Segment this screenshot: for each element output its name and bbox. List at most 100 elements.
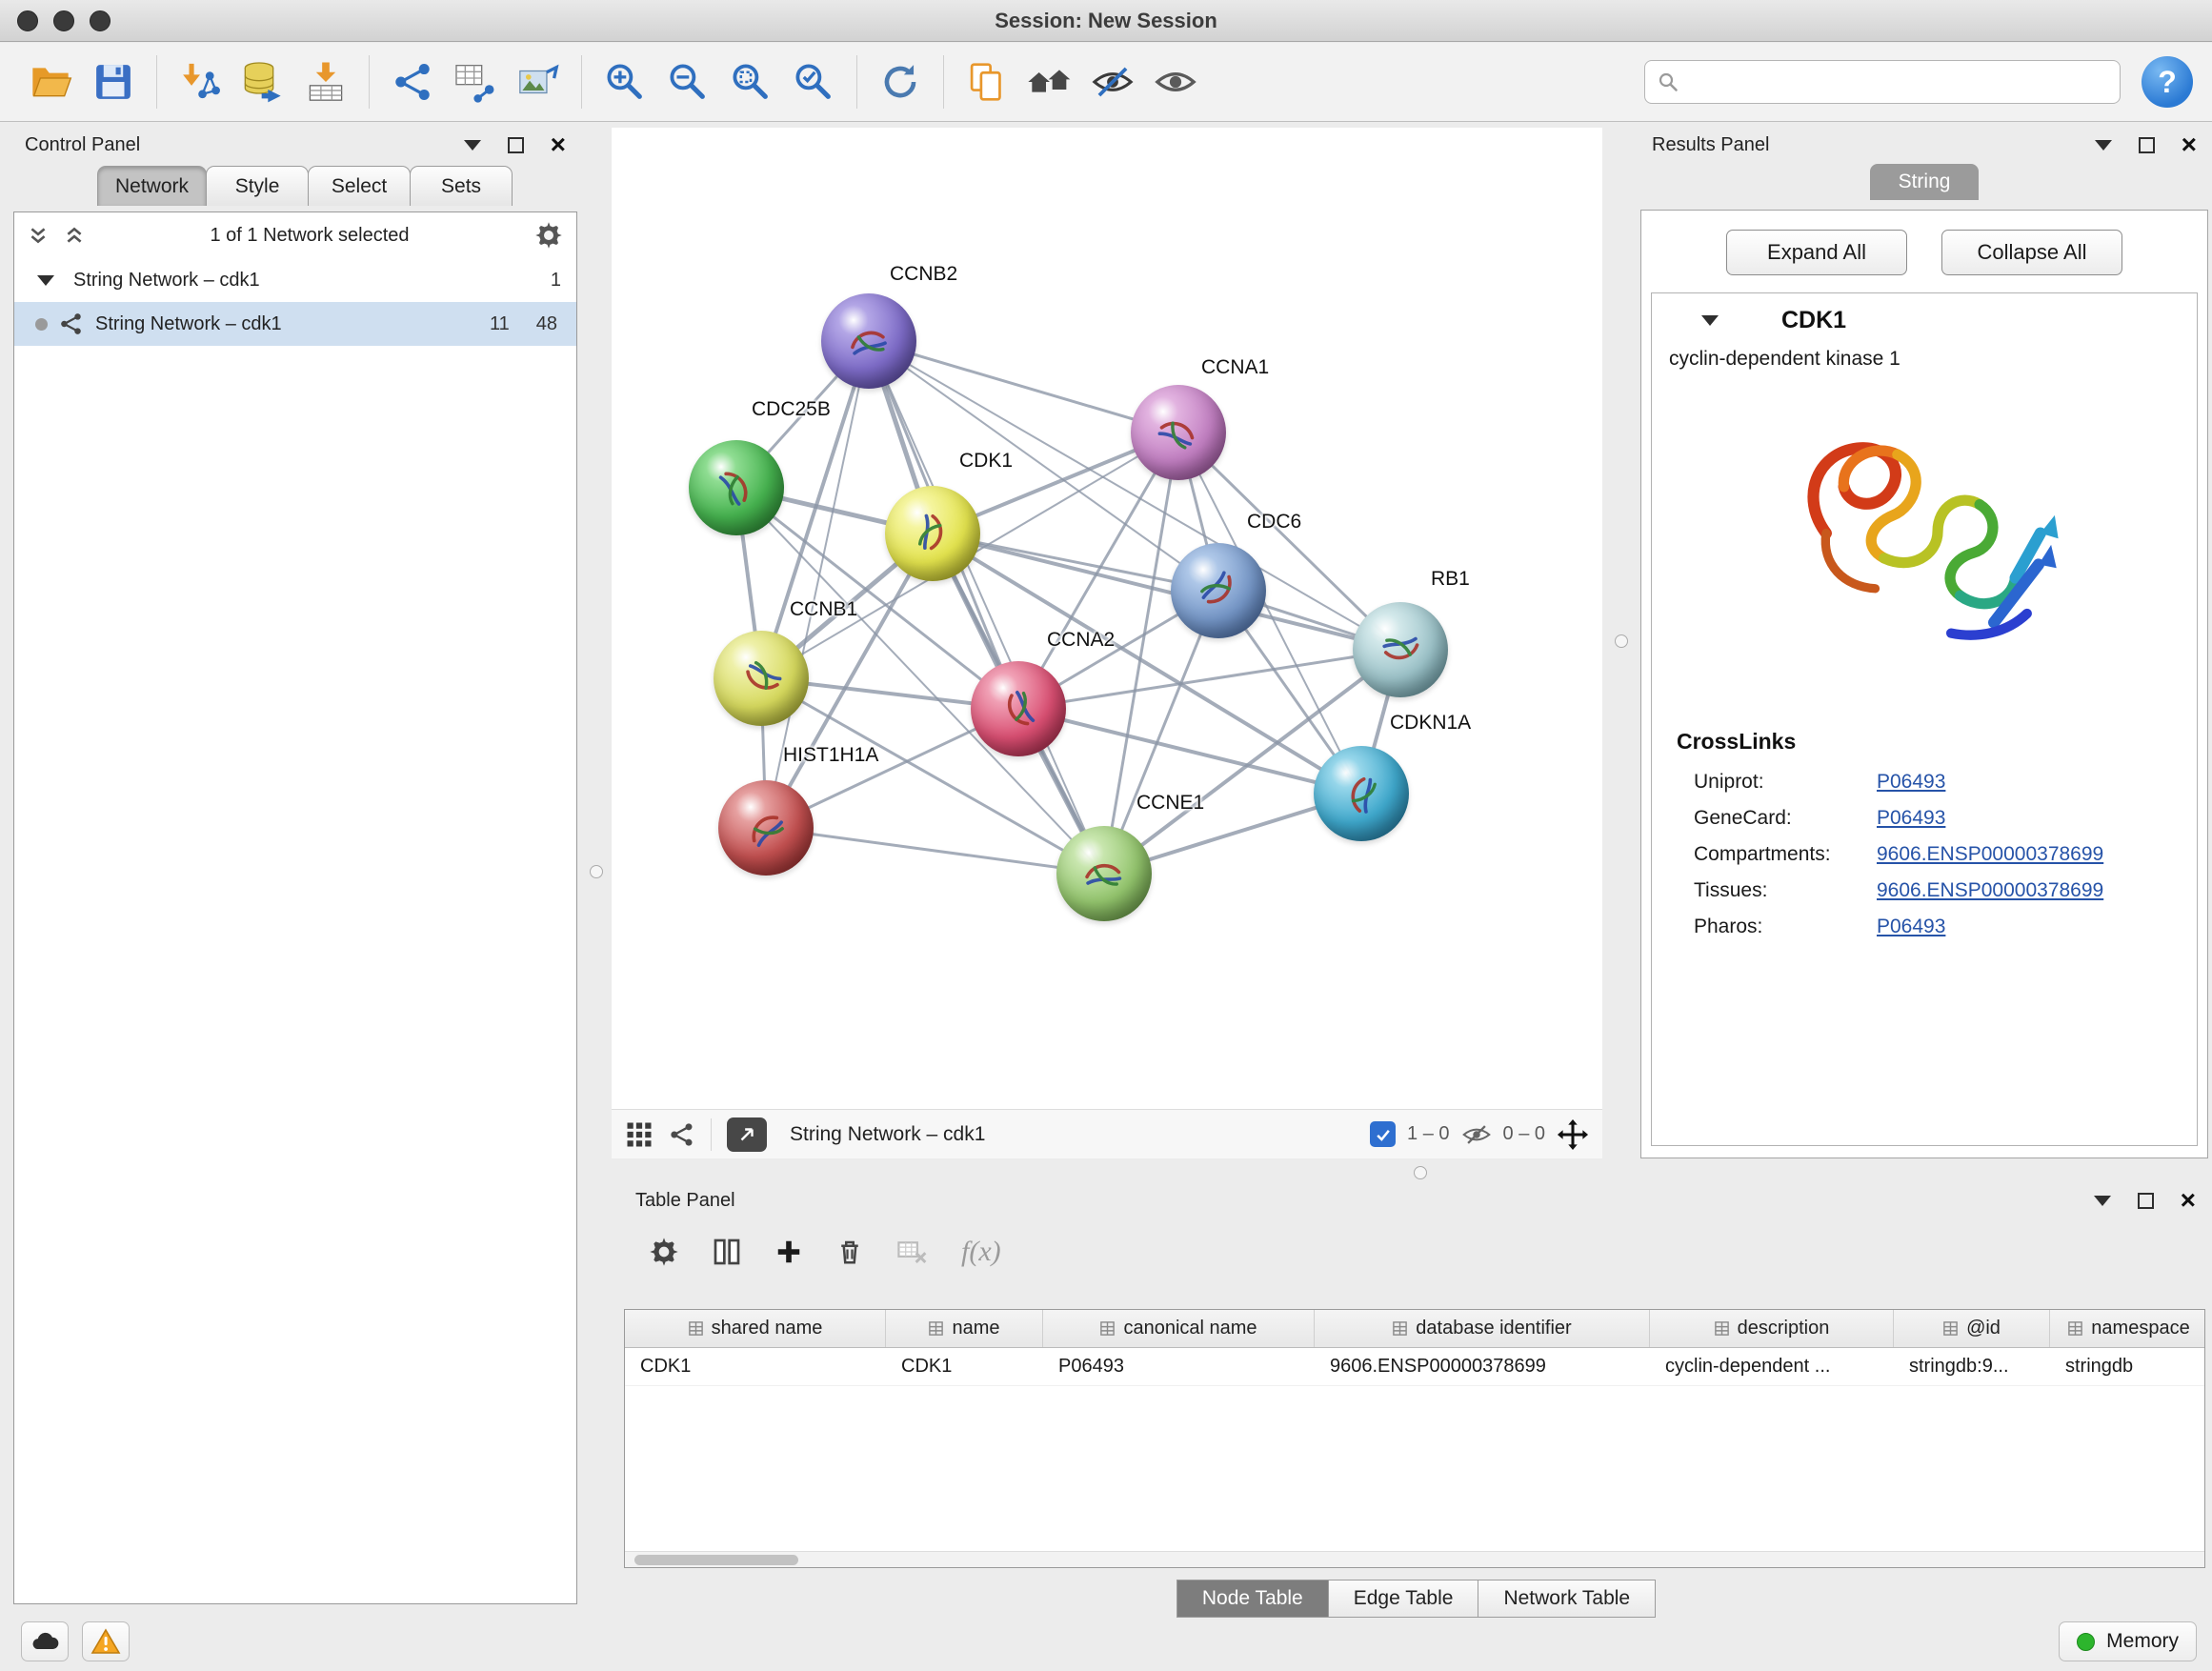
close-panel-icon[interactable]: × — [551, 131, 566, 158]
move-crosshair-icon[interactable] — [1557, 1118, 1589, 1151]
network-node-cdkn1a[interactable] — [1314, 746, 1409, 841]
tab-string[interactable]: String — [1870, 164, 1980, 200]
refresh-button[interactable] — [869, 50, 932, 113]
add-column-icon[interactable] — [774, 1238, 803, 1266]
column-header-namespace[interactable]: namespace — [2050, 1310, 2205, 1347]
network-node-cdc6[interactable] — [1171, 543, 1266, 638]
network-node-ccnb1[interactable] — [714, 631, 809, 726]
network-node-ccna2[interactable] — [971, 661, 1066, 756]
expand-collapse-icon[interactable] — [37, 275, 54, 286]
birds-eye-view-button[interactable] — [1018, 50, 1081, 113]
share-view-icon[interactable] — [669, 1121, 695, 1148]
hide-graphics-details-button[interactable] — [1081, 50, 1144, 113]
zoom-out-button[interactable] — [656, 50, 719, 113]
column-header-shared-name[interactable]: shared name — [625, 1310, 886, 1347]
column-header-name[interactable]: name — [886, 1310, 1043, 1347]
network-row[interactable]: String Network – cdk1 11 48 — [14, 302, 576, 346]
tab-select[interactable]: Select — [308, 166, 411, 206]
float-panel-icon[interactable] — [464, 140, 481, 151]
network-canvas[interactable]: CCNB2CCNA1CDC25BCDK1CDC6RB1CCNB1CCNA2CDK… — [612, 128, 1602, 1109]
float-panel-icon[interactable] — [2095, 140, 2112, 151]
tab-sets[interactable]: Sets — [410, 166, 513, 206]
tab-node-table[interactable]: Node Table — [1176, 1580, 1329, 1618]
help-button[interactable]: ? — [2142, 56, 2193, 108]
import-network-file-button[interactable] — [169, 50, 231, 113]
selected-checkbox-icon[interactable] — [1370, 1121, 1396, 1147]
column-header-database-identifier[interactable]: database identifier — [1315, 1310, 1650, 1347]
network-table-icon — [452, 59, 498, 105]
crosslink-value-link[interactable]: P06493 — [1877, 916, 1945, 938]
save-session-button[interactable] — [82, 50, 145, 113]
maximize-panel-icon[interactable] — [2139, 137, 2155, 153]
network-node-hist1h1a[interactable] — [718, 780, 814, 876]
delete-table-icon[interactable] — [896, 1238, 929, 1266]
collapse-section-icon[interactable] — [1701, 315, 1719, 326]
float-panel-icon[interactable] — [2094, 1196, 2111, 1206]
crosslink-value-link[interactable]: 9606.ENSP00000378699 — [1877, 879, 2103, 902]
horizontal-splitter-handle[interactable] — [1414, 1166, 1427, 1179]
maximize-panel-icon[interactable] — [2138, 1193, 2154, 1209]
tab-network[interactable]: Network — [97, 166, 207, 206]
toolbar-search[interactable] — [1644, 60, 2121, 104]
close-window-button[interactable] — [17, 10, 38, 31]
zoom-in-button[interactable] — [593, 50, 656, 113]
network-collection-row[interactable]: String Network – cdk1 1 — [14, 258, 576, 302]
open-session-button[interactable] — [19, 50, 82, 113]
expand-all-button[interactable]: Expand All — [1726, 230, 1907, 275]
import-table-button[interactable] — [294, 50, 357, 113]
export-image-button[interactable] — [507, 50, 570, 113]
copy-documents-button[interactable] — [955, 50, 1018, 113]
collapse-all-button[interactable]: Collapse All — [1941, 230, 2122, 275]
network-node-ccne1[interactable] — [1056, 826, 1152, 921]
table-hscrollbar[interactable] — [625, 1551, 2204, 1567]
maximize-panel-icon[interactable] — [508, 137, 524, 153]
hidden-eye-icon[interactable] — [1461, 1119, 1492, 1150]
search-input[interactable] — [1689, 71, 2108, 93]
right-splitter-handle[interactable] — [1615, 634, 1628, 648]
zoom-window-button[interactable] — [90, 10, 111, 31]
select-columns-icon[interactable] — [712, 1237, 742, 1267]
zoom-selected-button[interactable] — [782, 50, 845, 113]
gear-icon[interactable] — [534, 221, 563, 250]
network-node-ccnb2[interactable] — [821, 293, 916, 389]
network-node-rb1[interactable] — [1353, 602, 1448, 697]
close-panel-icon[interactable]: × — [2182, 131, 2197, 158]
function-builder-icon[interactable]: f(x) — [961, 1236, 1001, 1268]
network-table-button[interactable] — [444, 50, 507, 113]
close-panel-icon[interactable]: × — [2181, 1187, 2196, 1214]
column-header-description[interactable]: description — [1650, 1310, 1894, 1347]
network-node-cdc25b[interactable] — [689, 440, 784, 535]
network-status-dot — [35, 318, 48, 331]
tab-style[interactable]: Style — [206, 166, 309, 206]
network-node-cdk1[interactable] — [885, 486, 980, 581]
detach-view-button[interactable] — [727, 1117, 767, 1152]
column-header-canonical-name[interactable]: canonical name — [1043, 1310, 1315, 1347]
table-row[interactable]: CDK1CDK1P064939606.ENSP00000378699cyclin… — [625, 1348, 2204, 1386]
warning-status-button[interactable] — [82, 1621, 130, 1661]
crosslink-value-link[interactable]: 9606.ENSP00000378699 — [1877, 843, 2103, 866]
memory-button[interactable]: Memory — [2059, 1621, 2197, 1661]
database-icon — [240, 59, 286, 105]
collapse-all-icon[interactable] — [28, 225, 49, 246]
delete-column-icon[interactable] — [835, 1238, 864, 1266]
column-header--id[interactable]: @id — [1894, 1310, 2050, 1347]
share-network-button[interactable] — [381, 50, 444, 113]
tab-network-table[interactable]: Network Table — [1478, 1580, 1656, 1618]
grid-view-icon[interactable] — [625, 1120, 654, 1149]
open-folder-icon — [28, 59, 73, 105]
network-node-ccna1[interactable] — [1131, 385, 1226, 480]
cloud-status-button[interactable] — [21, 1621, 69, 1661]
expand-all-icon[interactable] — [64, 225, 85, 246]
left-splitter-handle[interactable] — [590, 865, 603, 878]
import-network-database-button[interactable] — [231, 50, 294, 113]
protein-section-header[interactable]: CDK1 — [1652, 293, 2197, 344]
minimize-window-button[interactable] — [53, 10, 74, 31]
crosslink-value-link[interactable]: P06493 — [1877, 807, 1945, 830]
hscroll-thumb[interactable] — [634, 1555, 798, 1565]
crosslink-value-link[interactable]: P06493 — [1877, 771, 1945, 794]
tab-edge-table[interactable]: Edge Table — [1328, 1580, 1479, 1618]
show-graphics-details-button[interactable] — [1144, 50, 1207, 113]
zoom-fit-button[interactable] — [719, 50, 782, 113]
table-gear-icon[interactable] — [649, 1237, 679, 1267]
table-cell: P06493 — [1043, 1348, 1315, 1385]
